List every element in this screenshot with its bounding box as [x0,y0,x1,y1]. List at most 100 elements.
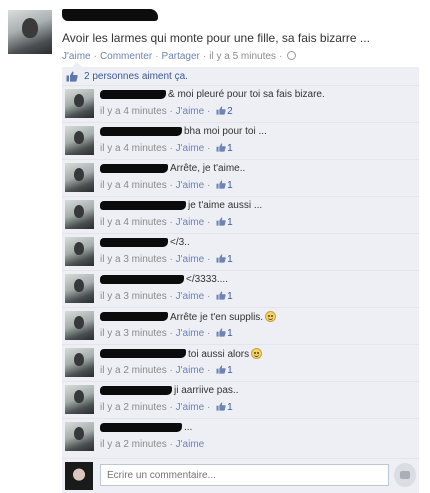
comment-like-link[interactable]: J'aime [176,328,205,339]
thumbs-up-icon [216,291,226,300]
comment-time[interactable]: il y a 4 minutes [100,180,167,191]
commenter-avatar[interactable] [65,422,94,451]
smiley-icon [251,348,263,359]
separator: · [166,254,176,265]
thumbs-up-icon [216,106,226,115]
comment-item: & moi pleuré pour toi sa fais bizare. il … [62,86,419,123]
comment-like-count[interactable]: 1 [227,291,233,302]
comment-text-content: </3.. [170,237,190,248]
post-avatar[interactable] [8,10,52,54]
commenter-avatar[interactable] [65,348,94,377]
separator: · [166,365,176,376]
commenter-name-redacted[interactable] [100,386,172,395]
comment-like-link[interactable]: J'aime [176,291,205,302]
comment-like-link[interactable]: J'aime [176,106,205,117]
separator: · [155,51,159,62]
comment-time[interactable]: il y a 2 minutes [100,439,167,450]
comment-time[interactable]: il y a 4 minutes [100,217,167,228]
comment-text-content: & moi pleuré pour toi sa fais bizare. [168,89,325,100]
commenter-avatar[interactable] [65,126,94,155]
comment-text-content: bha moi pour toi ... [184,126,267,137]
comment-like-count[interactable]: 2 [227,106,233,117]
comment-like-count[interactable]: 1 [227,180,233,191]
write-comment-row [62,458,419,493]
comment-meta: il y a 2 minutes · J'aime · 1 [100,402,233,413]
thumbs-up-icon [216,254,226,263]
commenter-avatar[interactable] [65,311,94,340]
comment-like-link[interactable]: J'aime [176,217,205,228]
likes-row: 2 personnes aiment ça. [62,67,419,86]
comment-like-link[interactable]: J'aime [176,439,205,450]
comment-time[interactable]: il y a 3 minutes [100,291,167,302]
commenter-name-redacted[interactable] [100,238,168,247]
share-link[interactable]: Partager [162,51,200,62]
comment-item: ji aarriive pas.. il y a 2 minutes · J'ai… [62,382,419,419]
comment-like-link[interactable]: J'aime [176,365,205,376]
comment-time[interactable]: il y a 2 minutes [100,402,167,413]
commenter-avatar[interactable] [65,200,94,229]
post-author-name-redacted[interactable] [62,9,158,21]
smiley-icon [265,311,277,322]
comment-item: </3.. il y a 3 minutes · J'aime · 1 [62,234,419,271]
commenter-name-redacted[interactable] [100,275,184,284]
likes-summary[interactable]: 2 personnes aiment ça. [84,71,188,82]
separator: · [166,217,176,228]
comment-link[interactable]: Commenter [100,51,152,62]
separator: · [166,291,176,302]
comment-like-count[interactable]: 1 [227,254,233,265]
commenter-avatar[interactable] [65,89,94,118]
commenter-name-redacted[interactable] [100,201,186,210]
commenter-name-redacted[interactable] [100,127,182,136]
separator: · [166,143,176,154]
commenter-name-redacted[interactable] [100,312,168,321]
thumbs-up-icon [66,71,78,82]
comment-like-link[interactable]: J'aime [176,180,205,191]
post-time[interactable]: il y a 5 minutes [209,51,276,62]
comment-meta: il y a 3 minutes · J'aime · 1 [100,291,233,302]
commenter-name-redacted[interactable] [100,90,166,99]
comment-item: </3333.... il y a 3 minutes · J'aime · 1 [62,271,419,308]
commenter-name-redacted[interactable] [100,349,186,358]
comment-text: ji aarriive pas.. [174,385,238,396]
comment-like-link[interactable]: J'aime [176,143,205,154]
comment-text: </3.. [170,237,190,248]
commenter-avatar[interactable] [65,385,94,414]
comment-text: Arrête je t'en supplis. [170,311,277,323]
comment-like-count[interactable]: 1 [227,365,233,376]
comment-text: toi aussi alors [188,348,263,360]
separator: · [166,402,176,413]
comment-text-content: toi aussi alors [188,349,250,360]
comment-like-count[interactable]: 1 [227,328,233,339]
commenter-avatar[interactable] [65,274,94,303]
like-link[interactable]: J'aime [62,51,91,62]
separator: · [166,328,176,339]
separator: · [204,143,214,154]
feedback-box: 2 personnes aiment ça. & moi pleuré pour… [62,62,419,493]
comment-time[interactable]: il y a 2 minutes [100,365,167,376]
comment-like-link[interactable]: J'aime [176,254,205,265]
comment-like-count[interactable]: 1 [227,217,233,228]
post-actions: J'aime · Commenter · Partager · il y a 5 minut… [62,51,297,62]
camera-icon[interactable] [394,463,416,487]
separator: · [278,51,283,62]
comment-time[interactable]: il y a 3 minutes [100,328,167,339]
comment-text-content: Arrête, je t'aime.. [170,163,246,174]
comment-like-link[interactable]: J'aime [176,402,205,413]
comment-item: Arrête, je t'aime.. il y a 4 minutes · J'… [62,160,419,197]
comment-time[interactable]: il y a 4 minutes [100,106,167,117]
commenter-name-redacted[interactable] [100,423,182,432]
comment-time[interactable]: il y a 4 minutes [100,143,167,154]
comment-like-count[interactable]: 1 [227,402,233,413]
thumbs-up-icon [216,143,226,152]
comment-meta: il y a 3 minutes · J'aime · 1 [100,254,233,265]
commenter-avatar[interactable] [65,163,94,192]
thumbs-up-icon [216,217,226,226]
comment-input[interactable] [100,464,389,486]
separator: · [204,180,214,191]
commenter-name-redacted[interactable] [100,164,168,173]
thumbs-up-icon [216,402,226,411]
comment-text-content: </3333.... [186,274,228,285]
comment-like-count[interactable]: 1 [227,143,233,154]
comment-time[interactable]: il y a 3 minutes [100,254,167,265]
commenter-avatar[interactable] [65,237,94,266]
